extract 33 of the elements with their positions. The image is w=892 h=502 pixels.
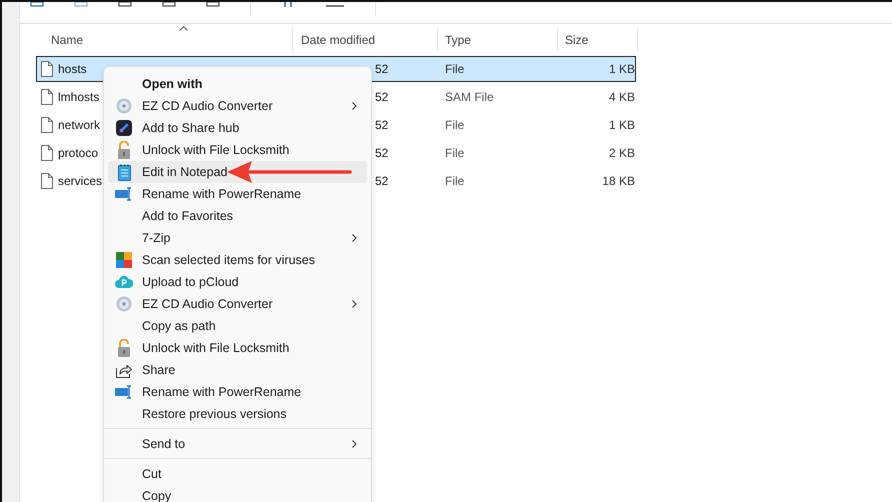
type-cell: File — [445, 146, 464, 160]
menu-item-label: Unlock with File Locksmith — [142, 341, 290, 355]
date-cell: 52 — [375, 118, 388, 132]
menu-item-label: Edit in Notepad — [142, 165, 228, 179]
menu-item-label: Share — [142, 363, 176, 377]
date-cell: 52 — [375, 146, 388, 160]
size-cell: 18 KB — [602, 174, 635, 188]
type-cell: SAM File — [445, 90, 494, 104]
size-cell: 1 KB — [608, 118, 635, 132]
menu-item-label: Rename with PowerRename — [142, 187, 302, 201]
menu-item-label: Add to Favorites — [142, 209, 234, 223]
type-cell: File — [445, 118, 464, 132]
menu-item-label: Open with — [142, 77, 202, 91]
menu-item-label: Scan selected items for viruses — [142, 253, 315, 267]
menu-item-label: Upload to pCloud — [142, 275, 239, 289]
menu-item-label: Restore previous versions — [142, 407, 287, 421]
size-cell: 4 KB — [608, 90, 635, 104]
menu-item-label: EZ CD Audio Converter — [142, 297, 273, 311]
menu-item-label: Rename with PowerRename — [142, 385, 302, 399]
size-cell: 2 KB — [608, 146, 635, 160]
menu-item-label: Cut — [142, 467, 162, 481]
type-cell: File — [445, 62, 464, 76]
size-cell: 1 KB — [608, 62, 635, 76]
menu-item-label: Send to — [142, 437, 186, 451]
type-cell: File — [445, 174, 464, 188]
date-cell: 52 — [375, 62, 388, 76]
date-cell: 52 — [375, 90, 388, 104]
menu-item-label: Unlock with File Locksmith — [142, 143, 290, 157]
menu-item-label: 7-Zip — [142, 231, 170, 245]
menu-item-label: Copy as path — [142, 319, 216, 333]
menu-item-label: EZ CD Audio Converter — [142, 99, 273, 113]
date-cell: 52 — [375, 174, 388, 188]
menu-item-label: Add to Share hub — [142, 121, 240, 135]
